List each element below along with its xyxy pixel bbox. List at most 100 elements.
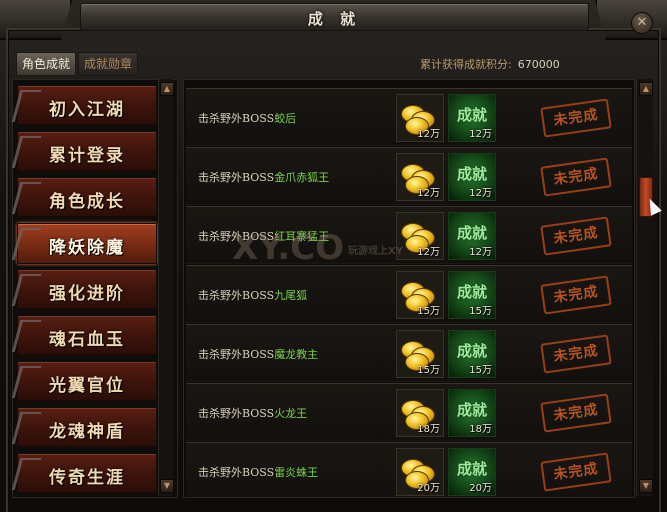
achievement-prefix: 击杀野外BOSS [198,348,275,361]
points-label: 累计获得成就积分: [420,58,512,71]
achievement-points-reward[interactable]: 成就 20万 [448,448,496,496]
watermark-subtext: 玩游戏上XY [347,246,403,257]
gold-amount: 18万 [417,424,440,435]
achievement-points-label: 成就 [456,283,487,301]
achievement-window: 成 就 ✕ 角色成就 成就勋章 累计获得成就积分: 670000 初入江湖 累计登… [0,0,667,512]
achievement-row: 击杀野外BOSS雷炎蛛王 20万 成就 20万 未完成 [186,442,632,497]
category-button[interactable]: 龙魂神盾 [11,407,157,448]
achievement-list: 击杀野外BOSS蛟后 12万 成就 12万 未完成 击杀野外BOSS金爪赤狐王 1… [183,79,635,498]
scroll-down-icon[interactable]: ▼ [639,479,653,493]
achievement-points-label: 成就 [456,106,487,124]
status-stamp: 未完成 [540,157,612,197]
achievement-points-amount: 12万 [469,129,492,140]
category-button[interactable]: 光翼官位 [11,361,157,402]
category-label: 龙魂神盾 [49,422,125,442]
boss-name: 魔龙教主 [274,348,319,361]
status-stamp: 未完成 [540,275,612,315]
category-label: 光翼官位 [49,376,125,396]
boss-name: 雷炎蛛王 [274,466,319,479]
gold-reward[interactable]: 18万 [396,389,444,437]
status-stamp: 未完成 [540,216,612,256]
scroll-up-icon[interactable]: ▲ [639,82,653,96]
tab-character-achievements[interactable]: 角色成就 [16,52,76,76]
achievement-row: 击杀野外BOSS蛟后 12万 成就 12万 未完成 [186,88,632,146]
gold-amount: 12万 [417,129,440,140]
gold-amount: 12万 [417,247,440,258]
achievement-points-reward[interactable]: 成就 18万 [448,389,496,437]
gold-reward[interactable]: 12万 [396,212,444,260]
category-label: 传奇生涯 [49,468,125,488]
achievement-points-label: 成就 [456,342,487,360]
watermark-text: XY.CO [232,228,344,268]
status-stamp: 未完成 [540,393,612,433]
category-label: 降妖除魔 [49,238,125,258]
gold-reward[interactable]: 12万 [396,153,444,201]
category-label: 强化进阶 [49,284,125,304]
achievement-prefix: 击杀野外BOSS [198,112,275,125]
gold-amount: 15万 [417,306,440,317]
achievement-prefix: 击杀野外BOSS [198,466,275,479]
achievement-row: 击杀野外BOSS金爪赤狐王 12万 成就 12万 未完成 [186,147,632,205]
achievement-points-label: 成就 [456,165,487,183]
category-label: 累计登录 [49,146,125,166]
category-button[interactable]: 传奇生涯 [11,453,157,494]
gold-reward[interactable]: 15万 [396,330,444,378]
achievement-name: 击杀野外BOSS蛟后 [198,110,296,126]
category-button[interactable]: 强化进阶 [11,269,157,310]
achievement-points-reward[interactable]: 成就 15万 [448,330,496,378]
gold-reward[interactable]: 12万 [396,94,444,142]
category-button[interactable]: 魂石血玉 [11,315,157,356]
category-label: 魂石血玉 [49,330,125,350]
boss-name: 火龙王 [274,407,308,420]
achievement-scrollbar[interactable]: ▲ ▼ [636,79,653,496]
category-label: 角色成长 [49,192,125,212]
achievement-row: 击杀野外BOSS火龙王 18万 成就 18万 未完成 [186,383,632,441]
achievement-prefix: 击杀野外BOSS [198,171,275,184]
category-label: 初入江湖 [49,100,125,120]
achievement-points-reward[interactable]: 成就 15万 [448,271,496,319]
achievement-row: 击杀野外BOSS魔龙教主 15万 成就 15万 未完成 [186,324,632,382]
gold-reward[interactable]: 20万 [396,448,444,496]
category-button[interactable]: 累计登录 [11,131,157,172]
points-value: 670000 [517,58,560,71]
achievement-points-reward[interactable]: 成就 12万 [448,212,496,260]
achievement-points-amount: 15万 [469,306,492,317]
achievement-points-reward[interactable]: 成就 12万 [448,153,496,201]
achievement-name: 击杀野外BOSS雷炎蛛王 [198,464,318,480]
achievement-name: 击杀野外BOSS魔龙教主 [198,346,318,362]
achievement-name: 击杀野外BOSS金爪赤狐王 [198,169,329,185]
achievement-points-amount: 18万 [469,424,492,435]
boss-name: 九尾狐 [274,289,308,302]
boss-name: 金爪赤狐王 [274,171,330,184]
category-button[interactable]: 初入江湖 [11,85,157,126]
achievement-prefix: 击杀野外BOSS [198,289,275,302]
close-icon[interactable]: ✕ [631,12,653,34]
gold-amount: 15万 [417,365,440,376]
category-button[interactable]: 角色成长 [11,177,157,218]
scroll-down-icon[interactable]: ▼ [160,479,174,493]
achievement-points-label: 成就 [456,460,487,478]
gold-amount: 12万 [417,188,440,199]
achievement-name: 击杀野外BOSS九尾狐 [198,287,307,303]
gold-reward[interactable]: 15万 [396,271,444,319]
achievement-points-amount: 15万 [469,365,492,376]
status-stamp: 未完成 [540,334,612,374]
achievement-name: 击杀野外BOSS火龙王 [198,405,307,421]
status-stamp: 未完成 [540,452,612,492]
watermark: XY.CO 玩游戏上XY [232,228,403,268]
tab-achievement-medals[interactable]: 成就勋章 [78,52,138,76]
title-bar: 成 就 [80,3,589,31]
achievement-row: 击杀野外BOSS九尾狐 15万 成就 15万 未完成 [186,265,632,323]
achievement-points-amount: 12万 [469,247,492,258]
achievement-points: 累计获得成就积分: 670000 [420,56,560,72]
boss-name: 蛟后 [274,112,297,125]
achievement-points-reward[interactable]: 成就 12万 [448,94,496,142]
category-button-active[interactable]: 降妖除魔 [11,223,157,264]
achievement-points-amount: 12万 [469,188,492,199]
achievement-points-amount: 20万 [469,483,492,494]
achievement-points-label: 成就 [456,224,487,242]
category-scrollbar[interactable]: ▲ ▼ [158,79,174,496]
window-title: 成 就 [307,10,362,28]
scroll-up-icon[interactable]: ▲ [160,82,174,96]
achievement-points-label: 成就 [456,401,487,419]
